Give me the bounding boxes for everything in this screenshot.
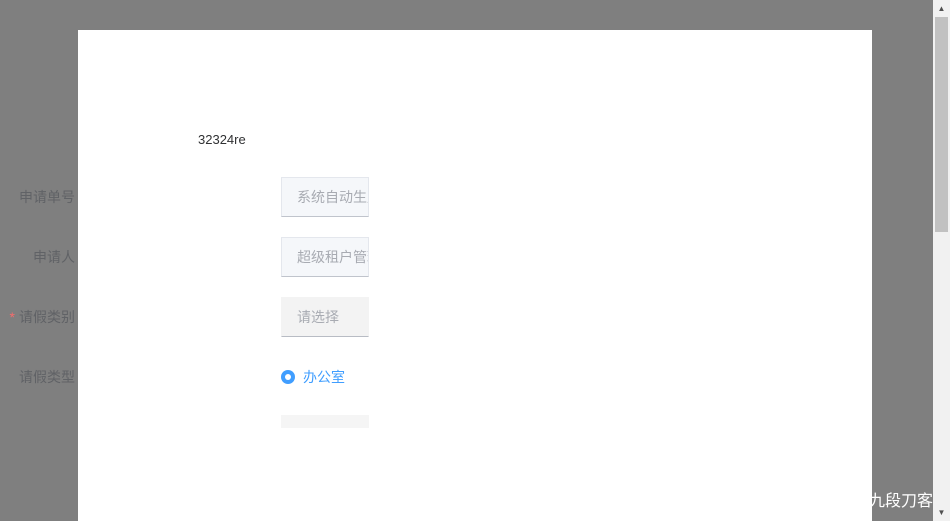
leave-type-label: 请假类型 — [19, 369, 75, 385]
applicant-input — [282, 238, 368, 276]
scrollbar-thumb[interactable] — [935, 17, 948, 232]
scroll-down-arrow-icon[interactable]: ▼ — [933, 504, 950, 521]
applicant-label: 申请人 — [33, 249, 75, 265]
leave-form-dialog: 32324re 申请单号 申请人 *请假类别 请假类型 办公室 — [10, 30, 872, 521]
csdn-watermark: CSDN @九段刀客 — [802, 493, 933, 510]
vertical-scrollbar[interactable]: ▲ ▼ — [933, 0, 950, 521]
form-row-leave-category: * 请假类别 — [10, 297, 678, 337]
application-number-input — [282, 178, 368, 216]
leave-category-label-text: 请假类别 — [19, 309, 75, 325]
applicant-input-wrap — [281, 237, 369, 277]
required-star: * — [9, 309, 15, 325]
leave-type-radio-office[interactable]: 办公室 — [281, 357, 345, 397]
leave-type-radio-label[interactable]: 办公室 — [303, 367, 345, 387]
form-row-leave-type: 请假类型 办公室 — [19, 357, 678, 397]
leave-category-select-input[interactable] — [282, 298, 368, 336]
scroll-up-arrow-icon[interactable]: ▲ — [933, 0, 950, 17]
partial-field-box — [281, 415, 369, 428]
application-number-label: 申请单号 — [19, 189, 75, 205]
leave-category-label: * 请假类别 — [10, 297, 75, 337]
form-title: 32324re — [198, 132, 246, 147]
form-row-application-number: 申请单号 — [19, 177, 678, 217]
radio-checked-icon[interactable] — [281, 370, 295, 384]
form-row-applicant: 申请人 — [33, 237, 678, 277]
leave-category-select[interactable] — [281, 297, 369, 337]
application-number-input-wrap — [281, 177, 369, 217]
